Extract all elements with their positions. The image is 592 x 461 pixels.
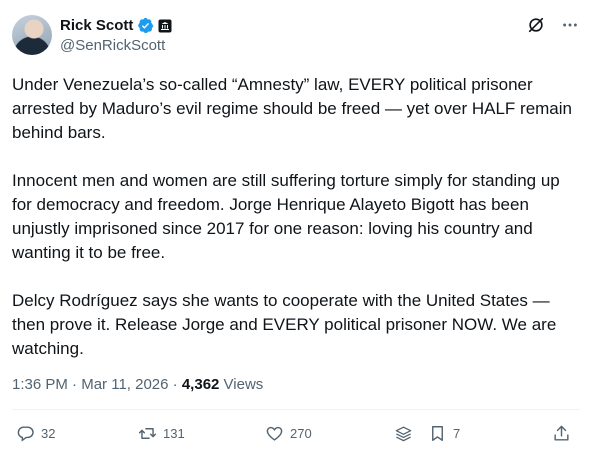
tweet-meta: 1:36 PM · Mar 11, 2026 · 4,362 Views — [12, 376, 263, 393]
divider — [12, 409, 580, 410]
reply-count: 32 — [41, 426, 56, 441]
more-options-icon[interactable] — [560, 15, 580, 35]
share-icon — [554, 425, 569, 441]
bookmark-button[interactable]: 7 — [428, 424, 460, 443]
reply-icon — [17, 426, 34, 442]
tweet-text: Under Venezuela’s so-called “Amnesty” la… — [12, 73, 580, 361]
views-count[interactable]: 4,362 — [182, 376, 220, 393]
reply-button[interactable]: 32 — [16, 424, 55, 443]
heart-icon — [266, 426, 283, 441]
tweet-paragraph: Under Venezuela’s so-called “Amnesty” la… — [12, 75, 572, 142]
tweet-actions: 32 131 270 7 — [12, 424, 580, 452]
tweet-time[interactable]: 1:36 PM — [12, 376, 68, 393]
tweet-paragraph: Delcy Rodríguez says she wants to cooper… — [12, 291, 557, 358]
like-button[interactable]: 270 — [265, 424, 312, 443]
grok-icon[interactable] — [526, 15, 546, 35]
author-name-row: Rick Scott — [60, 17, 172, 34]
repost-count: 131 — [163, 426, 185, 441]
bookmark-count: 7 — [453, 426, 461, 441]
verified-badge-icon — [138, 17, 154, 34]
tweet-header: Rick Scott @SenRickScott — [12, 15, 580, 59]
tweet-date[interactable]: Mar 11, 2026 — [81, 376, 168, 393]
tweet-top-actions — [526, 15, 580, 35]
share-button[interactable] — [552, 424, 571, 443]
repost-button[interactable]: 131 — [138, 424, 185, 443]
government-badge-icon — [158, 19, 172, 32]
views-label: Views — [219, 376, 264, 393]
avatar[interactable] — [12, 15, 52, 55]
bookmark-icon — [432, 426, 443, 441]
like-count: 270 — [290, 426, 312, 441]
author-handle[interactable]: @SenRickScott — [60, 37, 165, 54]
analytics-button[interactable] — [394, 424, 413, 443]
repost-icon — [138, 428, 157, 439]
meta-separator: · — [67, 376, 82, 393]
layers-icon — [395, 426, 412, 442]
tweet-paragraph: Innocent men and women are still sufferi… — [12, 171, 560, 262]
author-name[interactable]: Rick Scott — [60, 17, 133, 34]
meta-separator: · — [168, 376, 182, 393]
